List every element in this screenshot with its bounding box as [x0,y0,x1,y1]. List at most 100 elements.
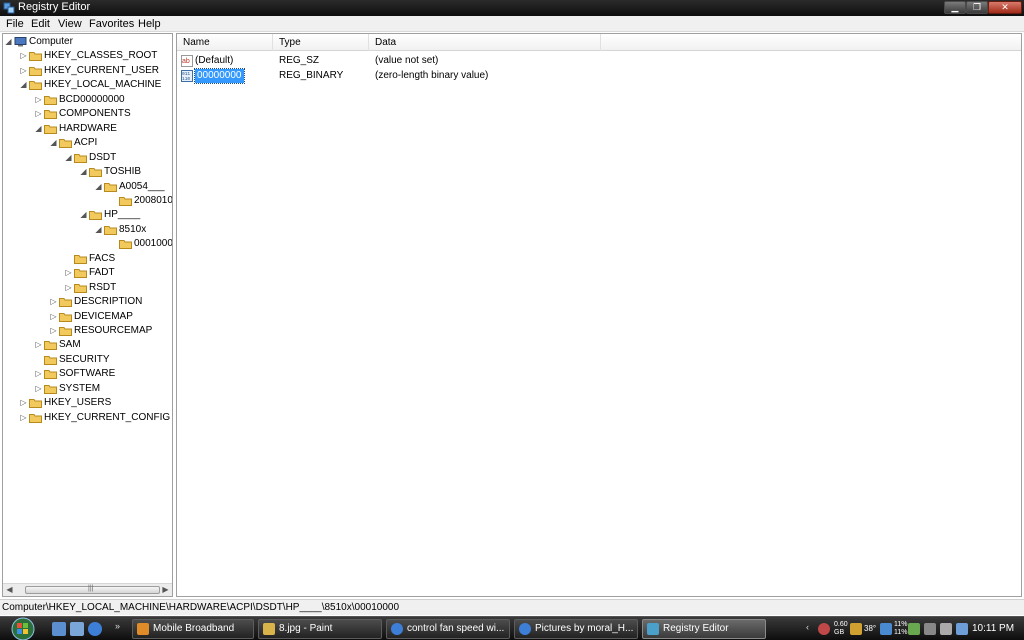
menu-edit[interactable]: Edit [31,18,50,30]
gadget-tray-icon[interactable] [850,623,862,635]
security-tray-icon[interactable] [818,623,830,635]
value-row-selected[interactable]: 011 110 00000000 REG_BINARY (zero-length … [177,68,1021,84]
expand-arrow-icon[interactable]: ▷ [49,324,58,338]
tree-item[interactable]: ▷ SOFTWARE [34,367,172,381]
tree-item[interactable]: ▷ HKEY_CLASSES_ROOT [19,49,172,63]
tree-item-label: HP____ [104,209,141,221]
tree-item[interactable]: ◢ 8510x [94,223,172,237]
expand-arrow-icon[interactable]: ▷ [34,93,43,107]
tree-item[interactable]: ▷ SYSTEM [34,382,172,396]
menu-help[interactable]: Help [138,18,161,30]
tree-item-label: 20080108 [134,194,173,206]
values-list[interactable]: Name Type Data ab (Default) REG_SZ (valu… [176,33,1022,597]
tree-item[interactable]: ◢ A0054___ [94,180,172,194]
computer-icon [14,37,27,47]
cpu-meter-tray-icon[interactable] [880,623,892,635]
collapse-arrow-icon[interactable]: ◢ [34,122,43,136]
show-hidden-icons-chevron-icon[interactable]: ‹ [806,622,809,632]
tree-item[interactable]: ▷ BCD00000000 [34,93,172,107]
menu-view[interactable]: View [58,18,82,30]
tree-item[interactable]: ◢ DSDT [64,151,172,165]
taskbar-button-browser-pictures[interactable]: Pictures by moral_H... [514,619,638,639]
collapse-arrow-icon[interactable]: ◢ [94,180,103,194]
tree-item[interactable]: ▷ RESOURCEMAP [49,324,172,338]
value-name: 00000000 [194,68,245,84]
tree-item[interactable]: ▷ DESCRIPTION [49,295,172,309]
scroll-right-arrow-icon[interactable]: ▶ [159,584,172,596]
tree-item[interactable]: ▷ DEVICEMAP [49,310,172,324]
tree-item-label: Computer [29,36,73,47]
collapse-arrow-icon[interactable]: ◢ [64,151,73,165]
value-row[interactable]: ab (Default) REG_SZ (value not set) [177,54,1021,68]
tree-item[interactable]: ▷ HKEY_CURRENT_CONFIG [19,411,172,425]
more-quick-launch-chevron-icon[interactable]: » [115,621,120,631]
tree-item[interactable]: SECURITY [34,353,172,367]
tree-item-label: HKEY_USERS [44,397,112,409]
tree-item[interactable]: ◢ HKEY_LOCAL_MACHINE [19,78,172,92]
tree-item[interactable]: ▷ SAM [34,338,172,352]
collapse-arrow-icon[interactable]: ◢ [94,223,103,237]
tree-item[interactable]: ◢ HARDWARE [34,122,172,136]
tree-item[interactable]: 00010000 [109,237,172,251]
tree-item-label: SAM [59,339,81,351]
expand-arrow-icon[interactable]: ▷ [19,49,28,63]
expand-arrow-icon[interactable]: ▷ [64,281,73,295]
menu-file[interactable]: File [6,18,24,30]
maximize-button[interactable]: ❐ [966,1,988,14]
menu-favorites[interactable]: Favorites [89,18,134,30]
clock[interactable]: 10:11 PM [972,623,1014,634]
folder-icon [89,210,102,221]
expand-arrow-icon[interactable]: ▷ [19,396,28,410]
tree-item[interactable]: ◢ TOSHIB [79,165,172,179]
internet-explorer-icon[interactable] [88,622,102,636]
collapse-arrow-icon[interactable]: ◢ [79,208,88,222]
taskbar-button-mobile-broadband[interactable]: Mobile Broadband [132,619,254,639]
column-header-data[interactable]: Data [369,34,601,51]
start-button[interactable] [6,617,40,640]
switch-windows-icon[interactable] [70,622,84,636]
show-desktop-icon[interactable] [52,622,66,636]
tree-item[interactable]: ▷ HKEY_USERS [19,396,172,410]
tree-item[interactable]: ▷ FADT [64,266,172,280]
tree-item[interactable]: ◢ HP____ [79,208,172,222]
network-tray-icon[interactable] [924,623,936,635]
current-key-path: Computer\HKEY_LOCAL_MACHINE\HARDWARE\ACP… [2,602,400,613]
expand-arrow-icon[interactable]: ▷ [34,367,43,381]
collapse-arrow-icon[interactable]: ◢ [19,78,28,92]
tree-item[interactable]: ▷ RSDT [64,281,172,295]
list-header: Name Type Data [177,34,1021,51]
scrollbar-thumb[interactable]: ||| [25,585,160,594]
taskbar-button-paint[interactable]: 8.jpg - Paint [258,619,382,639]
tree-item[interactable]: ◢ Computer [4,35,172,49]
action-center-tray-icon[interactable] [956,623,968,635]
tree-item[interactable]: ▷ HKEY_CURRENT_USER [19,64,172,78]
paint-icon [263,623,275,635]
registry-key-tree[interactable]: ◢ Computer ▷ HKEY_CLASSES_ROOT ▷ HKEY_CURRENT… [2,33,173,597]
collapse-arrow-icon[interactable]: ◢ [79,165,88,179]
expand-arrow-icon[interactable]: ▷ [19,411,28,425]
expand-arrow-icon[interactable]: ▷ [34,107,43,121]
expand-arrow-icon[interactable]: ▷ [34,382,43,396]
minimize-button[interactable]: ▁ [944,1,966,14]
expand-arrow-icon[interactable]: ▷ [34,338,43,352]
tree-item[interactable]: 20080108 [109,194,173,208]
power-tray-icon[interactable] [908,623,920,635]
expand-arrow-icon[interactable]: ▷ [49,310,58,324]
tree-item[interactable]: ◢ ACPI [49,136,172,150]
expand-arrow-icon[interactable]: ▷ [49,295,58,309]
taskbar-button-registry-editor[interactable]: Registry Editor [642,619,766,639]
expand-arrow-icon[interactable]: ▷ [64,266,73,280]
tree-horizontal-scrollbar[interactable]: ◀ ||| ▶ [3,583,172,596]
tree-item[interactable]: FACS [64,252,172,266]
collapse-arrow-icon[interactable]: ◢ [4,35,13,49]
window-title: Registry Editor [18,1,91,13]
volume-tray-icon[interactable] [940,623,952,635]
expand-arrow-icon[interactable]: ▷ [19,64,28,78]
column-header-type[interactable]: Type [273,34,369,51]
scroll-left-arrow-icon[interactable]: ◀ [3,584,16,596]
close-button[interactable]: ✕ [988,1,1022,14]
column-header-name[interactable]: Name [177,34,273,51]
tree-item[interactable]: ▷ COMPONENTS [34,107,172,121]
taskbar-button-browser-fan-speed[interactable]: control fan speed wi... [386,619,510,639]
collapse-arrow-icon[interactable]: ◢ [49,136,58,150]
